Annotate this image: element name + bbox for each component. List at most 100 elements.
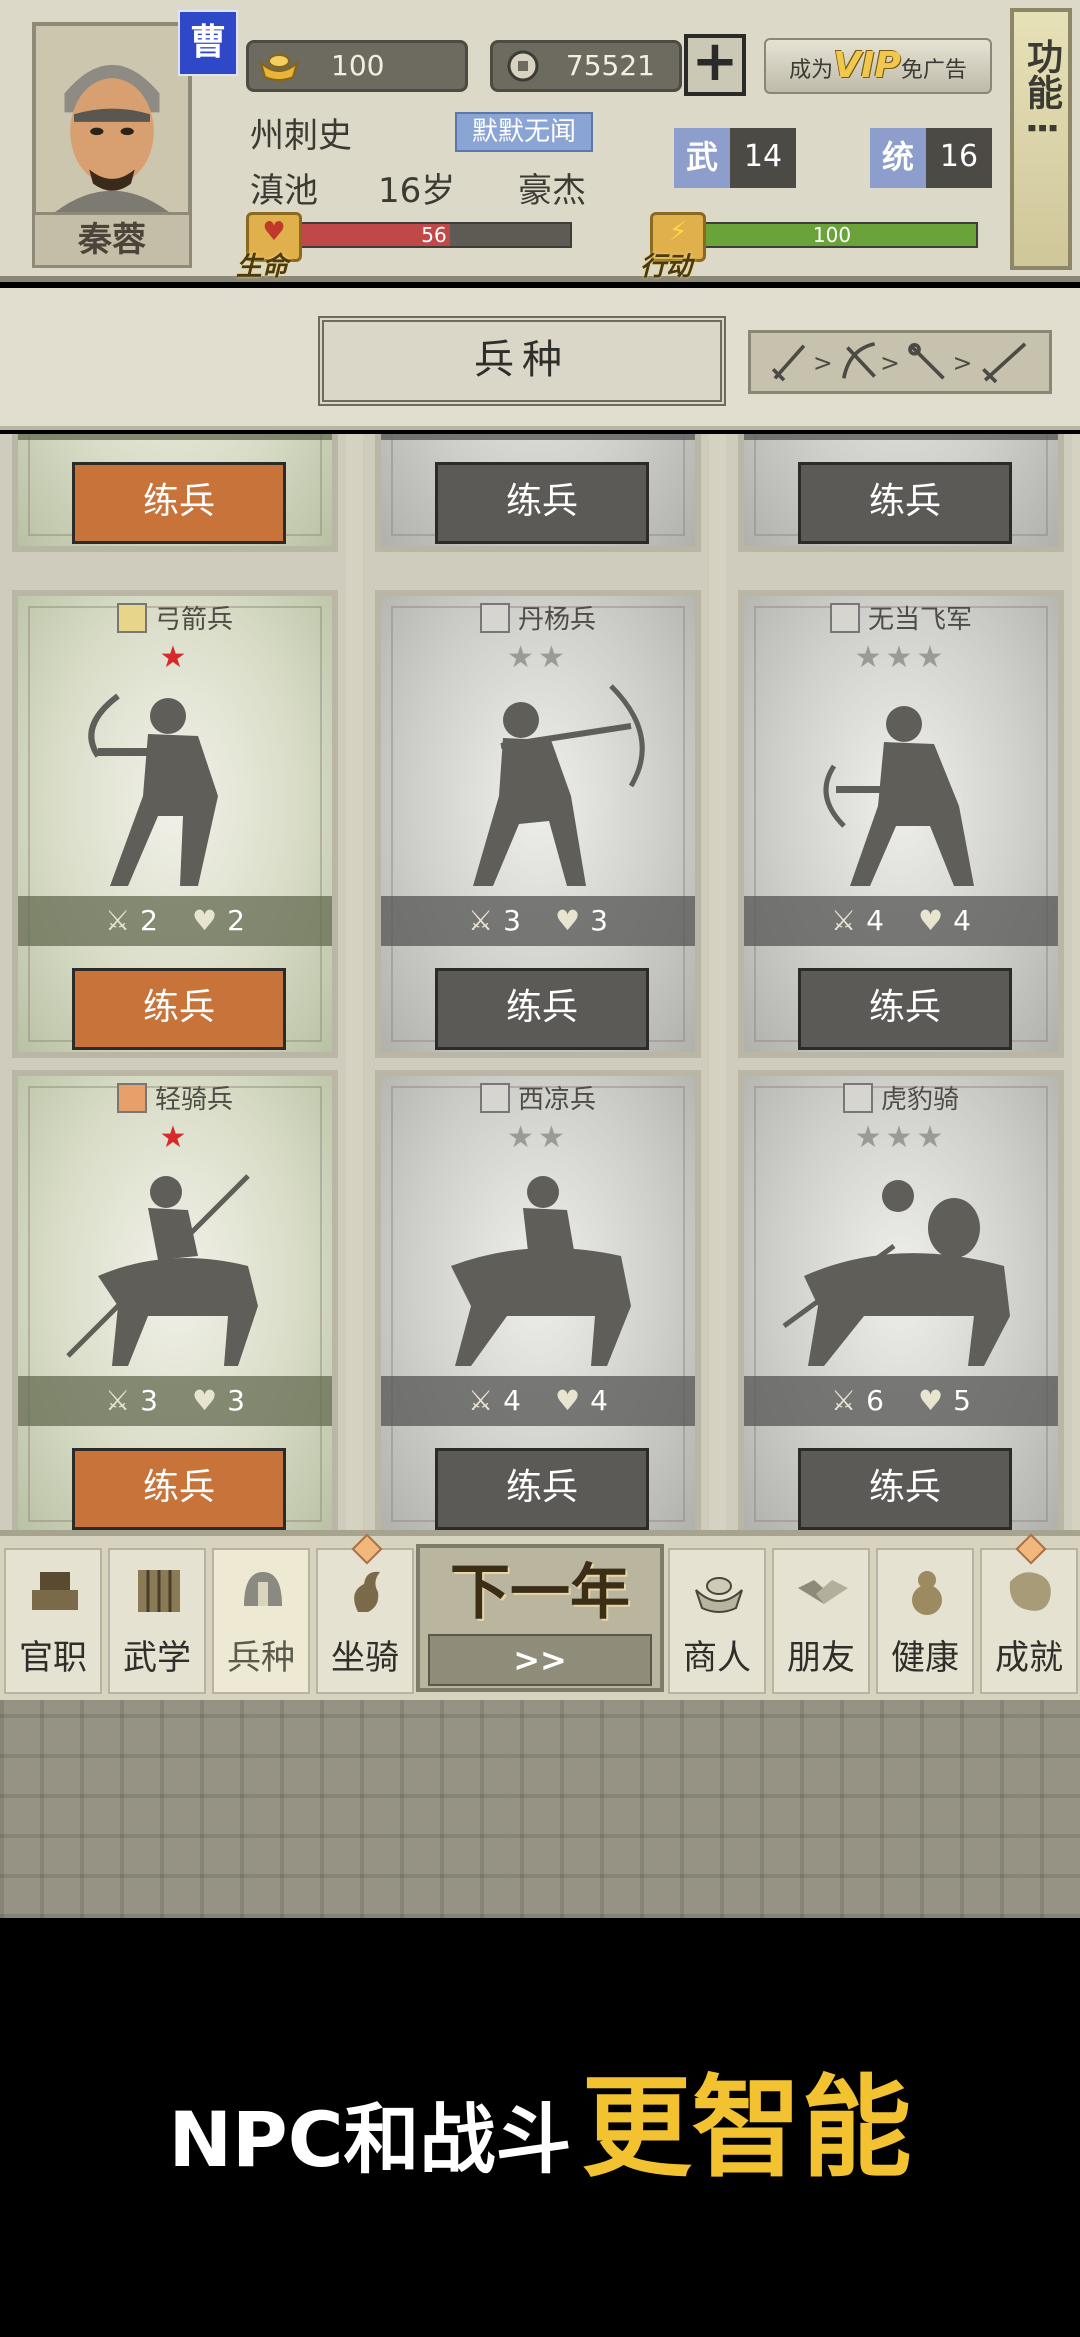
train-button[interactable]: 练兵 bbox=[798, 968, 1012, 1050]
train-button[interactable]: 练兵 bbox=[435, 1448, 649, 1530]
unit-card-archer[interactable]: 无当飞军 ★★★ ⚔ 4 ♥ 4 练兵 bbox=[738, 590, 1064, 1058]
health-icon: ♥ bbox=[192, 904, 218, 937]
train-button[interactable]: 练兵 bbox=[798, 1448, 1012, 1530]
cavalry-silhouette bbox=[451, 1176, 631, 1366]
unit-grid[interactable]: ⚔2♥4 练兵 ⚔3♥5 练兵 ⚔5♥6 练兵 弓箭兵 ★ ⚔2♥2 练兵 丹杨… bbox=[0, 434, 1080, 1530]
attack-icon: ⚔ bbox=[105, 904, 131, 937]
vip-suffix: 免广告 bbox=[900, 58, 967, 83]
life-value: 56 bbox=[421, 223, 447, 247]
command-label: 统 bbox=[870, 128, 926, 188]
train-button[interactable]: 练兵 bbox=[72, 462, 286, 544]
unit-name: 无当飞军 bbox=[867, 605, 972, 635]
nav-achievement[interactable]: 成就 bbox=[980, 1533, 1078, 1694]
train-button[interactable]: 练兵 bbox=[72, 1448, 286, 1530]
unit-card[interactable]: ⚔2♥4 练兵 bbox=[12, 434, 338, 552]
unit-card-archer[interactable]: 弓箭兵 ★ ⚔ 2 ♥ 2 练兵 bbox=[12, 590, 338, 1058]
health-icon: ♥ bbox=[555, 1384, 581, 1417]
nav-mount[interactable]: 坐骑 bbox=[316, 1533, 414, 1694]
unit-stats: ⚔ 4 ♥ 4 bbox=[744, 896, 1058, 946]
character-portrait[interactable] bbox=[32, 22, 192, 217]
nav-label: 坐骑 bbox=[331, 1638, 399, 1678]
official-title: 州刺史 bbox=[250, 116, 352, 156]
attack-icon: ⚔ bbox=[831, 904, 857, 937]
spear-icon bbox=[479, 1082, 510, 1113]
cavalry-silhouette bbox=[66, 1174, 258, 1366]
gold-ingot-icon bbox=[259, 54, 299, 81]
unit-stars: ★★★ bbox=[854, 1120, 948, 1155]
unit-card-archer[interactable]: 丹杨兵 ★★ ⚔ 3 ♥ 3 练兵 bbox=[375, 590, 701, 1058]
unit-card[interactable]: ⚔3♥5 练兵 bbox=[375, 434, 701, 552]
gourd-icon bbox=[912, 1571, 942, 1615]
martial-label: 武 bbox=[674, 128, 730, 188]
age: 16岁 bbox=[378, 171, 456, 211]
attack-icon: ⚔ bbox=[468, 904, 494, 937]
nav-official[interactable]: 官职 bbox=[4, 1548, 102, 1694]
unit-stats: ⚔ 3 ♥ 3 bbox=[381, 896, 695, 946]
function-menu-button[interactable]: 功能⋮ bbox=[1010, 8, 1072, 270]
health-value: 2 bbox=[227, 904, 245, 937]
unit-name: 西凉兵 bbox=[517, 1085, 596, 1115]
unit-stars: ★ bbox=[159, 1120, 191, 1155]
unit-stars: ★★ bbox=[507, 640, 569, 675]
faction-badge: 曹 bbox=[178, 10, 238, 76]
unit-card-cavalry[interactable]: 虎豹骑 ★★★ ⚔ 6 ♥ 5 练兵 bbox=[738, 1070, 1064, 1530]
unit-stats: ⚔2♥4 bbox=[18, 434, 332, 440]
advance-button[interactable]: >> bbox=[428, 1634, 652, 1686]
notification-dot bbox=[1015, 1533, 1047, 1565]
ingot-icon bbox=[695, 1577, 743, 1613]
unit-name: 虎豹骑 bbox=[880, 1085, 959, 1115]
character-name: 秦蓉 bbox=[32, 212, 192, 268]
section-title: 兵种 bbox=[318, 316, 726, 406]
attack-value: 4 bbox=[866, 904, 884, 937]
train-button[interactable]: 练兵 bbox=[72, 968, 286, 1050]
add-coins-button[interactable]: + bbox=[684, 34, 746, 96]
archer-silhouette bbox=[88, 693, 218, 886]
train-button[interactable]: 练兵 bbox=[435, 968, 649, 1050]
health-icon: ♥ bbox=[555, 904, 581, 937]
life-label: 生命 bbox=[236, 252, 289, 282]
decorative-pattern bbox=[0, 1700, 1080, 1918]
unit-stats: ⚔ 2 ♥ 2 bbox=[18, 896, 332, 946]
archer-silhouette bbox=[473, 684, 645, 886]
bow-icon bbox=[479, 602, 510, 633]
promo-text-white: NPC和战斗 bbox=[168, 2095, 572, 2184]
unit-name: 轻骑兵 bbox=[154, 1085, 233, 1115]
health-icon: ♥ bbox=[918, 904, 944, 937]
nav-health[interactable]: 健康 bbox=[876, 1548, 974, 1694]
spear-icon bbox=[842, 1082, 873, 1113]
spear-icon bbox=[116, 1082, 147, 1113]
train-button[interactable]: 练兵 bbox=[435, 462, 649, 544]
nav-label: 兵种 bbox=[227, 1638, 295, 1678]
promo-text-yellow: 更智能 bbox=[581, 2064, 912, 2192]
unit-card-cavalry[interactable]: 轻骑兵 ★ ⚔ 3 ♥ 3 练兵 bbox=[12, 1070, 338, 1530]
unit-card-cavalry[interactable]: 西凉兵 ★★ ⚔ 4 ♥ 4 练兵 bbox=[375, 1070, 701, 1530]
bottom-nav: 官职 武学 兵种 坐骑 下一年 >> 商人 朋友 健康 成就 bbox=[0, 1530, 1080, 1700]
horse-icon bbox=[354, 1571, 380, 1612]
unit-card[interactable]: ⚔5♥6 练兵 bbox=[738, 434, 1064, 552]
nav-troops[interactable]: 兵种 bbox=[212, 1548, 310, 1694]
nav-merchant[interactable]: 商人 bbox=[668, 1548, 766, 1694]
coin-value: 75521 bbox=[565, 49, 655, 82]
map-icon bbox=[1009, 1572, 1051, 1611]
scroll-icon bbox=[138, 1570, 180, 1612]
health-icon: ♥ bbox=[192, 1384, 218, 1417]
helmet-icon bbox=[244, 1572, 282, 1606]
function-menu-label: 功能⋮ bbox=[1021, 38, 1062, 146]
weapon-progression[interactable]: > > > bbox=[748, 330, 1052, 394]
unit-stats: ⚔3♥5 bbox=[381, 434, 695, 440]
coin-icon bbox=[507, 50, 539, 82]
life-bar: 56 bbox=[296, 222, 572, 248]
cavalry-silhouette bbox=[782, 1180, 1010, 1366]
train-button[interactable]: 练兵 bbox=[798, 462, 1012, 544]
nav-label: 官职 bbox=[19, 1638, 87, 1678]
nav-friends[interactable]: 朋友 bbox=[772, 1548, 870, 1694]
notification-dot bbox=[351, 1533, 383, 1565]
vip-button[interactable]: 成为VIP免广告 bbox=[764, 38, 992, 94]
unit-name: 弓箭兵 bbox=[154, 605, 233, 635]
promo-banner: NPC和战斗更智能 bbox=[0, 1918, 1080, 2337]
svg-text:>: > bbox=[880, 349, 900, 377]
nav-martial[interactable]: 武学 bbox=[108, 1548, 206, 1694]
next-year-button[interactable]: 下一年 >> bbox=[416, 1544, 664, 1692]
action-value: 100 bbox=[812, 223, 852, 247]
archer-silhouette bbox=[823, 706, 974, 886]
